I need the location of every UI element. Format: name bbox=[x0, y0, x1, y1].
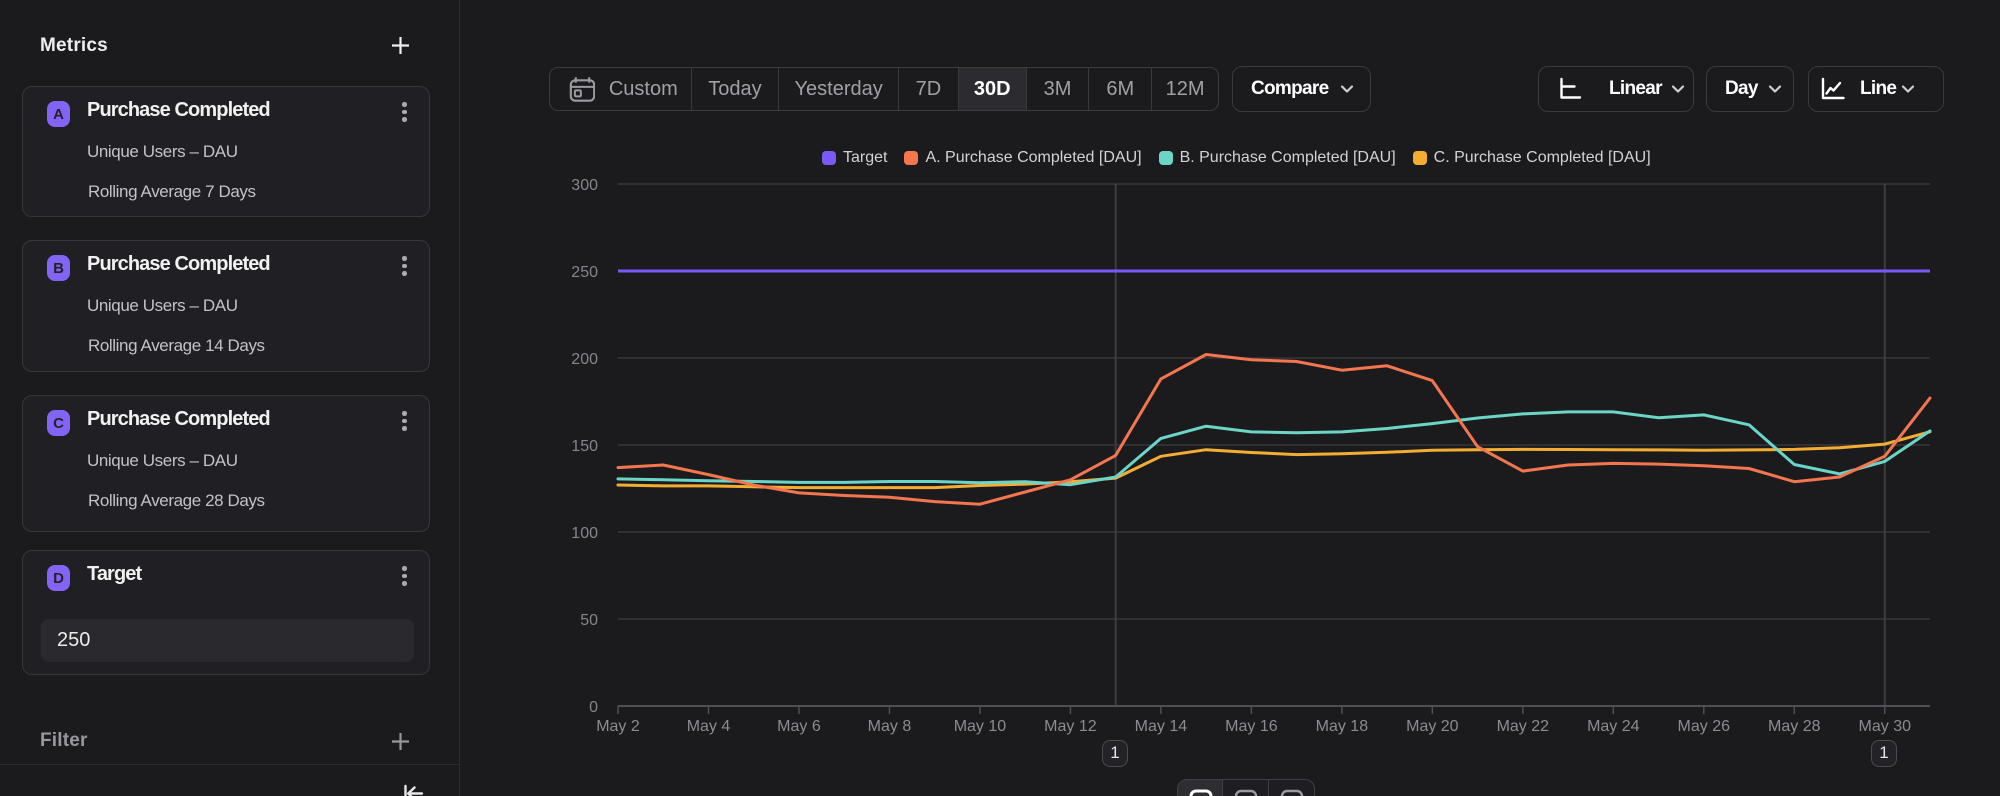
svg-text:May 4: May 4 bbox=[687, 718, 731, 735]
svg-text:100: 100 bbox=[571, 525, 598, 542]
svg-text:May 14: May 14 bbox=[1135, 718, 1188, 735]
svg-text:May 2: May 2 bbox=[596, 718, 640, 735]
svg-text:May 22: May 22 bbox=[1497, 718, 1550, 735]
svg-text:May 20: May 20 bbox=[1406, 718, 1459, 735]
svg-text:May 28: May 28 bbox=[1768, 718, 1821, 735]
svg-text:May 10: May 10 bbox=[954, 718, 1007, 735]
svg-text:May 30: May 30 bbox=[1859, 718, 1912, 735]
svg-text:May 18: May 18 bbox=[1316, 718, 1369, 735]
svg-text:May 16: May 16 bbox=[1225, 718, 1278, 735]
svg-text:May 12: May 12 bbox=[1044, 718, 1097, 735]
svg-text:300: 300 bbox=[571, 177, 598, 194]
svg-text:May 6: May 6 bbox=[777, 718, 821, 735]
svg-text:250: 250 bbox=[571, 264, 598, 281]
svg-text:May 8: May 8 bbox=[868, 718, 912, 735]
svg-text:50: 50 bbox=[580, 612, 598, 629]
svg-text:May 24: May 24 bbox=[1587, 718, 1640, 735]
svg-text:200: 200 bbox=[571, 351, 598, 368]
svg-text:May 26: May 26 bbox=[1678, 718, 1731, 735]
svg-text:0: 0 bbox=[589, 699, 598, 716]
svg-text:150: 150 bbox=[571, 438, 598, 455]
